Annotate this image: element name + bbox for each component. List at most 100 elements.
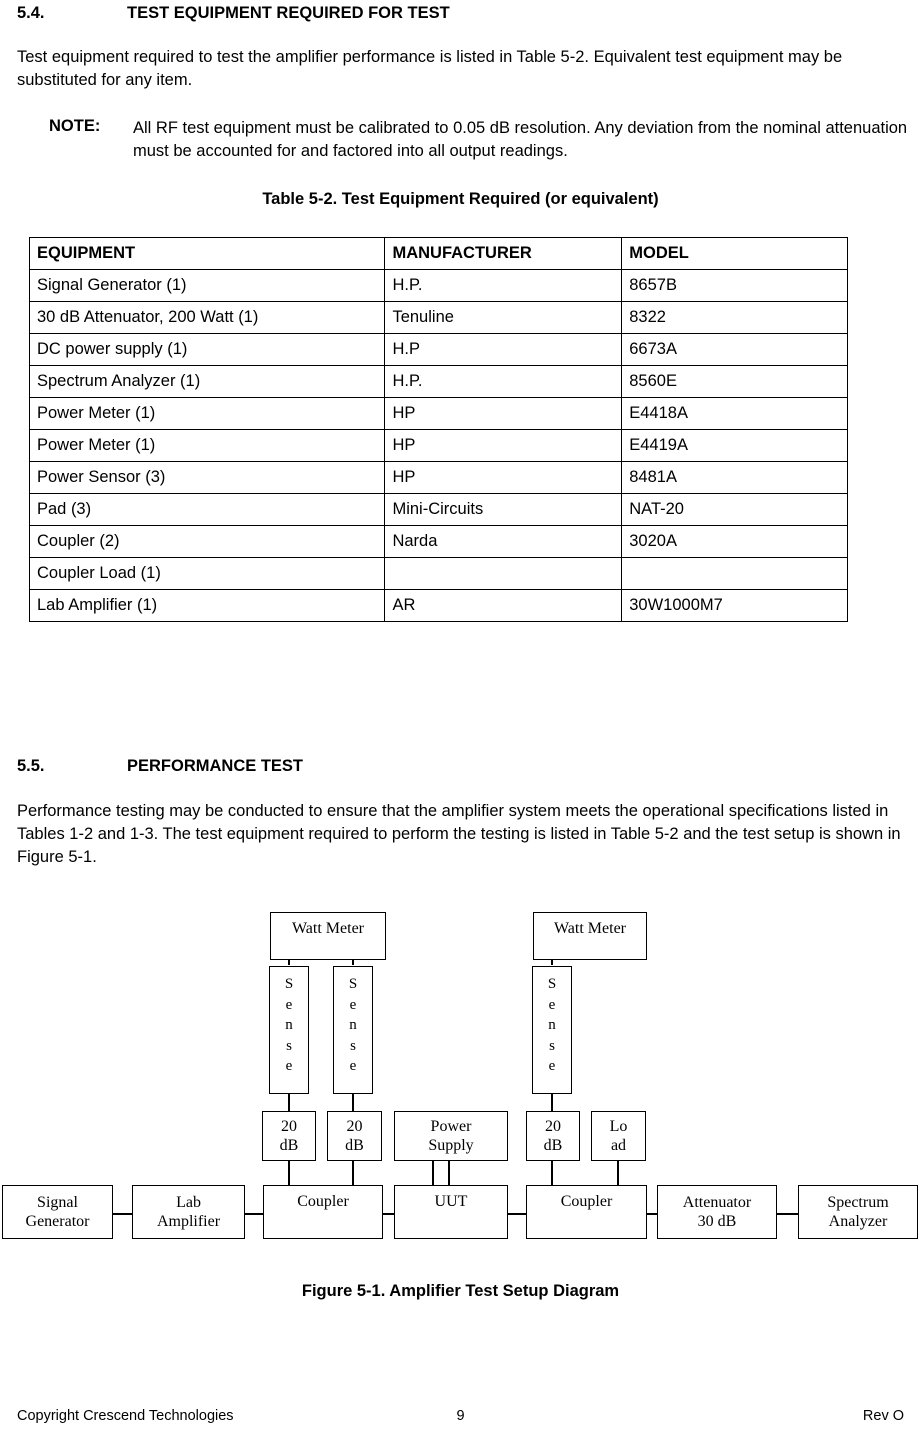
block-label-line1: Signal (37, 1194, 78, 1211)
block-label-line1: Attenuator (682, 1194, 752, 1211)
note-label: NOTE: (49, 117, 101, 135)
block-label-line1: Lab (176, 1194, 201, 1211)
sense-char: S (284, 976, 294, 992)
block-label-line2: dB (279, 1137, 299, 1154)
block-sense-1: S e n s e (269, 966, 309, 1094)
block-label: Coupler (297, 1193, 349, 1210)
equipment-table: EQUIPMENT MANUFACTURER MODEL Signal Gene… (28, 237, 848, 622)
table-caption: Table 5-2. Test Equipment Required (or e… (262, 190, 659, 208)
cell-equipment: Power Sensor (3) (28, 461, 386, 494)
block-label-line1: 20 (346, 1118, 363, 1135)
block-label-line2: Generator (25, 1213, 90, 1230)
table-row: Coupler (2) Narda 3020A (28, 525, 848, 558)
block-label: Coupler (560, 1193, 613, 1210)
cell-model: 6673A (621, 333, 848, 366)
cell-model: 8481A (621, 461, 848, 494)
block-label-line2: Analyzer (828, 1213, 888, 1230)
block-label-line2: dB (543, 1137, 563, 1154)
sense-char: n (349, 1017, 357, 1033)
table-row: Pad (3) Mini-Circuits NAT-20 (28, 493, 848, 526)
cell-equipment: Spectrum Analyzer (1) (28, 365, 386, 398)
sense-char: s (350, 1037, 356, 1054)
footer-revision: Rev O (862, 1408, 904, 1424)
block-sense-2: S e n s e (333, 966, 373, 1094)
cell-model: 8560E (621, 365, 848, 398)
table-row: Signal Generator (1) H.P. 8657B (28, 269, 848, 302)
cell-manufacturer: HP (384, 429, 623, 462)
figure-caption: Figure 5-1. Amplifier Test Setup Diagram (301, 1282, 620, 1300)
wire-load-to-coupler-right (617, 1160, 619, 1185)
block-label: UUT (434, 1193, 468, 1210)
cell-manufacturer: Narda (384, 525, 623, 558)
block-label: Watt Meter (291, 920, 364, 937)
sense-char: n (548, 1017, 556, 1033)
block-attenuator-30db: Attenuator 30 dB (657, 1185, 777, 1239)
cell-equipment: Power Meter (1) (28, 397, 386, 430)
cell-model: 8657B (621, 269, 848, 302)
block-power-supply: Power Supply (394, 1111, 508, 1161)
performance-paragraph: Performance testing may be conducted to … (17, 802, 901, 866)
cell-equipment: Lab Amplifier (1) (28, 589, 386, 622)
block-watt-meter-left: Watt Meter (270, 912, 386, 960)
document-page: 5.4. TEST EQUIPMENT REQUIRED FOR TEST Te… (0, 0, 921, 1429)
sense-char: e (285, 1058, 293, 1074)
cell-manufacturer: AR (384, 589, 623, 622)
table-row: Lab Amplifier (1) AR 30W1000M7 (28, 589, 848, 622)
cell-manufacturer: H.P. (384, 365, 623, 398)
amplifier-test-setup-diagram: Watt Meter Watt Meter S e n s e S e n s … (0, 900, 921, 1250)
sense-char: n (285, 1017, 293, 1033)
section-number-5-4: 5.4. (17, 4, 45, 22)
cell-equipment: Power Meter (1) (28, 429, 386, 462)
cell-equipment: Coupler Load (1) (28, 557, 386, 590)
block-watt-meter-right: Watt Meter (533, 912, 647, 960)
sense-char: e (548, 996, 556, 1013)
wire-sense1-to-pad1 (288, 1093, 290, 1111)
cell-model: E4419A (621, 429, 848, 462)
block-label-line2: 30 dB (697, 1213, 737, 1230)
wire-uut-to-coupler-right (507, 1213, 527, 1215)
block-label-line1: 20 (545, 1118, 561, 1135)
wire-powersupply-to-uut-a (432, 1160, 434, 1185)
intro-paragraph: Test equipment required to test the ampl… (17, 48, 843, 89)
sense-char: s (286, 1037, 292, 1054)
section-title-5-5: PERFORMANCE TEST (127, 757, 304, 775)
sense-char: e (349, 1058, 357, 1074)
block-pad-20db-2: 20 dB (327, 1111, 382, 1161)
block-label-line2: Amplifier (156, 1213, 221, 1230)
cell-manufacturer (384, 557, 623, 590)
cell-manufacturer: H.P. (384, 269, 623, 302)
wire-pad3-to-coupler-right (551, 1160, 553, 1185)
block-label-line2: Supply (428, 1137, 474, 1154)
cell-manufacturer: HP (384, 397, 623, 430)
table-row: DC power supply (1) H.P 6673A (28, 333, 848, 366)
footer-page-number: 9 (456, 1408, 465, 1424)
cell-equipment: DC power supply (1) (28, 333, 386, 366)
block-sense-3: S e n s e (532, 966, 572, 1094)
wire-pad1-to-coupler-left (288, 1160, 290, 1185)
table-row: Spectrum Analyzer (1) H.P. 8560E (28, 365, 848, 398)
block-pad-20db-1: 20 dB (262, 1111, 316, 1161)
sense-char: s (549, 1037, 555, 1054)
cell-model: 8322 (621, 301, 848, 334)
cell-manufacturer: Tenuline (384, 301, 623, 334)
table-header-row: EQUIPMENT MANUFACTURER MODEL (28, 237, 848, 270)
block-uut: UUT (394, 1185, 508, 1239)
wire-sense2-to-pad2 (352, 1093, 354, 1111)
sense-char: e (285, 996, 293, 1013)
cell-model: 3020A (621, 525, 848, 558)
block-label-line1: Spectrum (827, 1194, 889, 1211)
cell-equipment: Signal Generator (1) (28, 269, 386, 302)
sense-char: S (547, 976, 557, 992)
section-title-5-4: TEST EQUIPMENT REQUIRED FOR TEST (127, 4, 450, 22)
block-coupler-left: Coupler (263, 1185, 383, 1239)
table-row: Power Meter (1) HP E4418A (28, 397, 848, 430)
cell-model (621, 557, 848, 590)
block-label-line1: Power (430, 1118, 472, 1135)
cell-manufacturer: Mini-Circuits (384, 493, 623, 526)
table-row: Coupler Load (1) (28, 557, 848, 590)
cell-model: 30W1000M7 (621, 589, 848, 622)
table-row: Power Sensor (3) HP 8481A (28, 461, 848, 494)
cell-manufacturer: H.P (384, 333, 623, 366)
cell-equipment: Coupler (2) (28, 525, 386, 558)
block-label-line1: 20 (281, 1118, 297, 1135)
